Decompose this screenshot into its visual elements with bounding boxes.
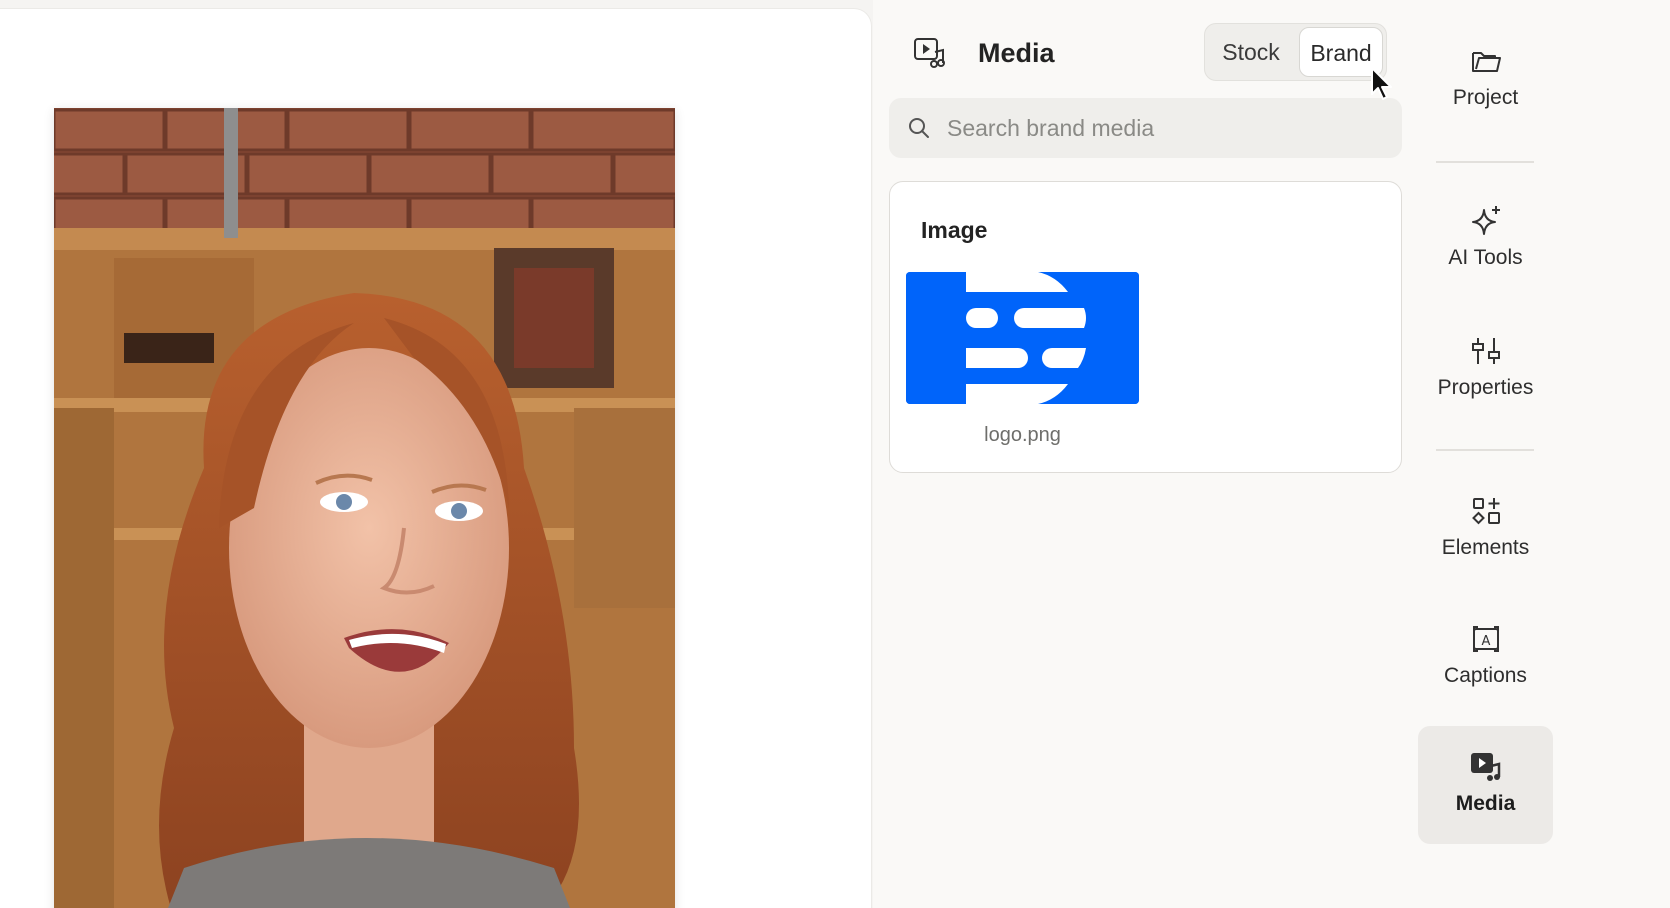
nav-item-captions[interactable]: A Captions <box>1418 622 1553 712</box>
panel-title: Media <box>978 38 1055 68</box>
sliders-icon <box>1471 338 1500 364</box>
right-nav-rail: Project AI Tools Properties Elements A C… <box>1418 0 1670 908</box>
search-input[interactable] <box>947 98 1387 158</box>
logo-thumbnail[interactable] <box>906 272 1139 404</box>
nav-item-elements[interactable]: Elements <box>1418 494 1553 584</box>
media-icon <box>914 38 945 68</box>
nav-label-properties: Properties <box>1437 376 1534 399</box>
captions-icon: A <box>1472 626 1499 652</box>
nav-divider <box>1436 449 1534 451</box>
video-preview[interactable] <box>54 108 675 908</box>
nav-label-elements: Elements <box>1441 536 1530 559</box>
thumbnail-filename: logo.png <box>984 424 1061 446</box>
search-icon <box>909 118 929 138</box>
svg-text:A: A <box>1481 634 1490 649</box>
folder-open-icon <box>1471 52 1501 72</box>
panel-header: Media Stock Brand <box>873 0 1418 100</box>
video-frame-image <box>54 108 675 908</box>
nav-item-project[interactable]: Project <box>1418 44 1553 134</box>
nav-divider <box>1436 161 1534 163</box>
search-box[interactable] <box>889 98 1402 158</box>
nav-item-ai-tools[interactable]: AI Tools <box>1418 204 1553 294</box>
nav-label-media: Media <box>1455 792 1516 815</box>
nav-label-captions: Captions <box>1444 664 1527 687</box>
nav-label-ai-tools: AI Tools <box>1448 246 1523 269</box>
image-section-card: Image logo.png <box>889 181 1402 473</box>
editor-canvas[interactable] <box>0 8 872 908</box>
media-panel: Media Stock Brand Image logo.pn <box>873 0 1418 908</box>
nav-label-project: Project <box>1452 86 1519 109</box>
logo-image <box>906 272 1139 404</box>
media-source-toggle: Stock Brand <box>1204 23 1387 81</box>
sparkles-icon <box>1471 206 1500 235</box>
shapes-icon <box>1471 498 1500 525</box>
tab-stock[interactable]: Stock <box>1209 27 1293 77</box>
nav-item-media[interactable]: Media <box>1418 726 1553 844</box>
media-icon <box>1470 753 1500 781</box>
nav-item-properties[interactable]: Properties <box>1418 334 1553 424</box>
mouse-cursor-icon <box>1371 67 1392 100</box>
section-title: Image <box>921 217 988 243</box>
